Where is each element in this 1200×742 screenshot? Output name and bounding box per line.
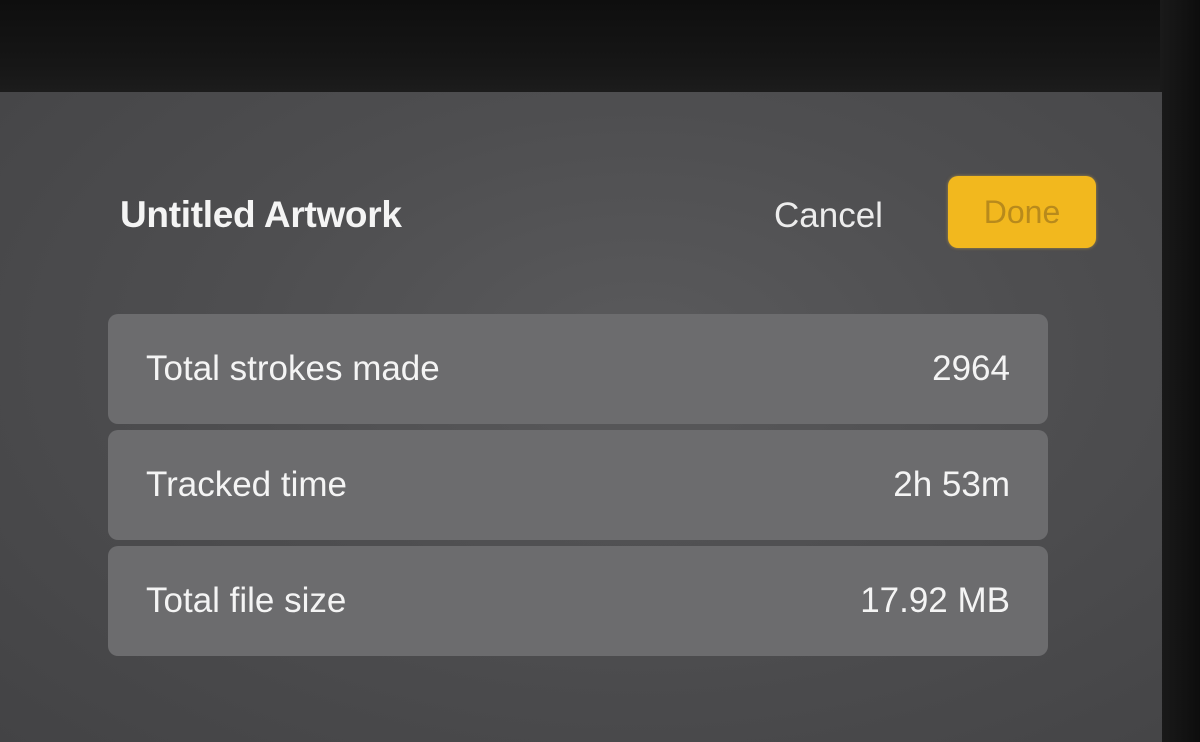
artwork-title: Untitled Artwork	[120, 194, 402, 235]
stat-label: Tracked time	[146, 465, 347, 504]
stat-row-file-size: Total file size 17.92 MB	[108, 546, 1048, 656]
stat-row-tracked-time: Tracked time 2h 53m	[108, 430, 1048, 540]
stats-list: Total strokes made 2964 Tracked time 2h …	[108, 314, 1048, 662]
stat-label: Total strokes made	[146, 349, 440, 388]
artwork-info-panel: Untitled Artwork Cancel Done Total strok…	[0, 92, 1162, 742]
stat-value: 2h 53m	[893, 465, 1010, 504]
stat-row-strokes: Total strokes made 2964	[108, 314, 1048, 424]
stat-label: Total file size	[146, 581, 347, 620]
cancel-button[interactable]: Cancel	[774, 196, 883, 236]
done-button[interactable]: Done	[948, 176, 1096, 248]
stat-value: 2964	[932, 349, 1010, 388]
device-bezel-right	[1160, 0, 1200, 742]
device-bezel-top	[0, 0, 1200, 92]
stat-value: 17.92 MB	[860, 581, 1010, 620]
